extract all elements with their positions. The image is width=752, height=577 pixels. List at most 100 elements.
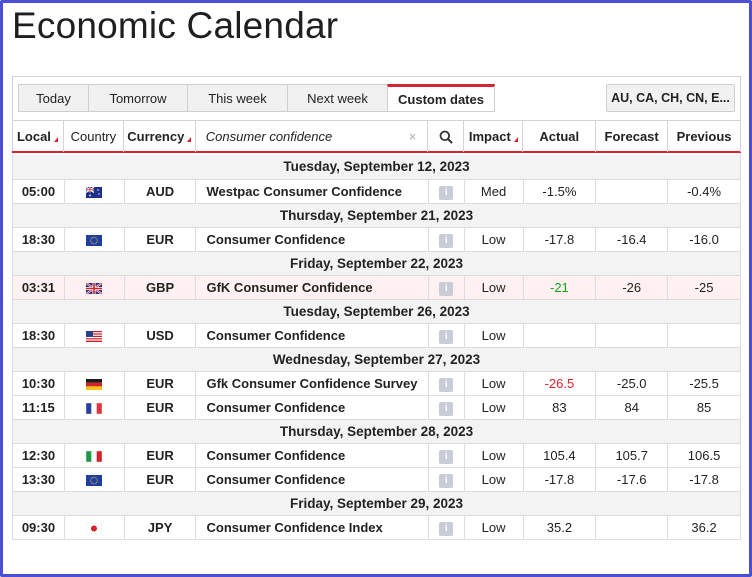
tab-tomorrow[interactable]: Tomorrow bbox=[88, 84, 188, 112]
event-row[interactable]: 18:30 USD Consumer Confidence i Low bbox=[12, 323, 741, 348]
event-row[interactable]: 13:30 EUR Consumer Confidence i Low -17.8 -17.… bbox=[12, 467, 741, 492]
event-currency: EUR bbox=[124, 371, 197, 396]
info-cell: i bbox=[428, 227, 465, 252]
event-previous: 36.2 bbox=[667, 515, 741, 540]
event-previous: 85 bbox=[667, 395, 741, 420]
clear-search-icon[interactable]: × bbox=[409, 129, 417, 144]
date-group-row: Thursday, September 28, 2023 bbox=[12, 419, 741, 444]
event-time: 11:15 bbox=[12, 395, 65, 420]
event-impact: Low bbox=[464, 323, 524, 348]
event-row[interactable]: 18:30 EUR Consumer Confidence i Low -17.8 -16.… bbox=[12, 227, 741, 252]
event-row[interactable]: 12:30 EUR Consumer Confidence i Low 105.4 105.… bbox=[12, 443, 741, 468]
info-cell: i bbox=[428, 323, 465, 348]
info-icon[interactable]: i bbox=[439, 281, 454, 296]
column-currency[interactable]: Currency bbox=[124, 121, 196, 152]
info-icon[interactable]: i bbox=[439, 473, 454, 488]
date-group-label: Friday, September 22, 2023 bbox=[12, 251, 741, 276]
column-impact[interactable]: Impact bbox=[464, 121, 524, 152]
event-actual: 83 bbox=[523, 395, 597, 420]
column-forecast[interactable]: Forecast bbox=[596, 121, 669, 152]
event-row[interactable]: 10:30 EUR Gfk Consumer Confidence Survey i L… bbox=[12, 371, 741, 396]
info-cell: i bbox=[428, 275, 465, 300]
event-row[interactable]: 11:15 EUR Consumer Confidence i Low 83 84 85 bbox=[12, 395, 741, 420]
column-actual[interactable]: Actual bbox=[523, 121, 597, 152]
date-group-row: Friday, September 22, 2023 bbox=[12, 251, 741, 276]
event-time: 12:30 bbox=[12, 443, 65, 468]
search-button[interactable] bbox=[428, 121, 465, 152]
info-cell: i bbox=[428, 179, 465, 204]
country-flag-cell bbox=[64, 179, 125, 204]
column-local-label: Local bbox=[16, 129, 51, 144]
date-group-label: Wednesday, September 27, 2023 bbox=[12, 347, 741, 372]
info-icon[interactable]: i bbox=[439, 233, 454, 248]
search-input[interactable] bbox=[195, 123, 396, 150]
event-actual: 35.2 bbox=[523, 515, 597, 540]
event-name[interactable]: Consumer Confidence bbox=[195, 467, 429, 492]
event-currency: EUR bbox=[124, 443, 197, 468]
event-forecast: -25.0 bbox=[595, 371, 669, 396]
event-forecast bbox=[595, 515, 669, 540]
info-icon[interactable]: i bbox=[439, 329, 454, 344]
event-row[interactable]: 05:00 AUD Westpac Consumer Confidence i Med -… bbox=[12, 179, 741, 204]
tab-custom-dates[interactable]: Custom dates bbox=[387, 84, 495, 112]
country-flag-cell bbox=[64, 275, 125, 300]
country-flag-cell bbox=[64, 395, 125, 420]
event-actual: -17.8 bbox=[523, 467, 597, 492]
info-icon[interactable]: i bbox=[439, 401, 454, 416]
tab-next-week[interactable]: Next week bbox=[287, 84, 388, 112]
country-flag-cell bbox=[64, 323, 125, 348]
event-name[interactable]: Consumer Confidence bbox=[195, 443, 429, 468]
event-forecast bbox=[595, 179, 669, 204]
search-icon bbox=[439, 130, 453, 144]
event-forecast: -17.6 bbox=[595, 467, 669, 492]
event-impact: Low bbox=[464, 467, 524, 492]
info-cell: i bbox=[428, 467, 465, 492]
region-selector-button[interactable]: AU, CA, CH, CN, E... bbox=[606, 84, 735, 112]
event-name[interactable]: Westpac Consumer Confidence bbox=[195, 179, 429, 204]
event-time: 18:30 bbox=[12, 323, 65, 348]
event-name[interactable]: Consumer Confidence bbox=[195, 395, 429, 420]
info-icon[interactable]: i bbox=[439, 521, 454, 536]
event-currency: AUD bbox=[124, 179, 197, 204]
column-header-row: Local Country Currency × Impact Actual F… bbox=[12, 120, 742, 153]
column-previous[interactable]: Previous bbox=[668, 121, 742, 152]
event-row[interactable]: 09:30 JPY Consumer Confidence Index i Low 35.… bbox=[12, 515, 741, 540]
event-actual bbox=[523, 323, 597, 348]
event-name[interactable]: GfK Consumer Confidence bbox=[195, 275, 429, 300]
country-flag-cell bbox=[64, 467, 125, 492]
it-flag-icon bbox=[86, 448, 103, 463]
date-group-row: Tuesday, September 26, 2023 bbox=[12, 299, 741, 324]
event-impact: Low bbox=[464, 515, 524, 540]
info-icon[interactable]: i bbox=[439, 449, 454, 464]
column-local[interactable]: Local bbox=[12, 121, 64, 152]
date-group-label: Tuesday, September 26, 2023 bbox=[12, 299, 741, 324]
event-currency: JPY bbox=[124, 515, 197, 540]
event-name[interactable]: Gfk Consumer Confidence Survey bbox=[195, 371, 429, 396]
fr-flag-icon bbox=[86, 400, 103, 415]
date-group-label: Thursday, September 28, 2023 bbox=[12, 419, 741, 444]
event-time: 09:30 bbox=[12, 515, 65, 540]
info-icon[interactable]: i bbox=[439, 377, 454, 392]
date-group-label: Tuesday, September 12, 2023 bbox=[12, 155, 741, 180]
column-country[interactable]: Country bbox=[64, 121, 124, 152]
event-impact: Low bbox=[464, 443, 524, 468]
event-row[interactable]: 03:31 GBP GfK Consumer Confidence i Low -21 -2… bbox=[12, 275, 741, 300]
info-icon[interactable]: i bbox=[439, 185, 454, 200]
jp-flag-icon bbox=[86, 520, 103, 535]
event-time: 18:30 bbox=[12, 227, 65, 252]
event-previous: -25.5 bbox=[667, 371, 741, 396]
tab-today[interactable]: Today bbox=[18, 84, 89, 112]
eu-flag-icon bbox=[86, 472, 103, 487]
tab-this-week[interactable]: This week bbox=[187, 84, 288, 112]
event-name[interactable]: Consumer Confidence bbox=[195, 323, 429, 348]
country-flag-cell bbox=[64, 515, 125, 540]
event-actual: -17.8 bbox=[523, 227, 597, 252]
page-title: Economic Calendar bbox=[12, 5, 339, 46]
info-cell: i bbox=[428, 371, 465, 396]
event-name[interactable]: Consumer Confidence Index bbox=[195, 515, 429, 540]
uk-flag-icon bbox=[86, 280, 103, 295]
events-table: Tuesday, September 12, 2023 05:00 AUD Westp… bbox=[12, 155, 741, 540]
event-previous: -0.4% bbox=[667, 179, 741, 204]
eu-flag-icon bbox=[86, 232, 103, 247]
event-name[interactable]: Consumer Confidence bbox=[195, 227, 429, 252]
